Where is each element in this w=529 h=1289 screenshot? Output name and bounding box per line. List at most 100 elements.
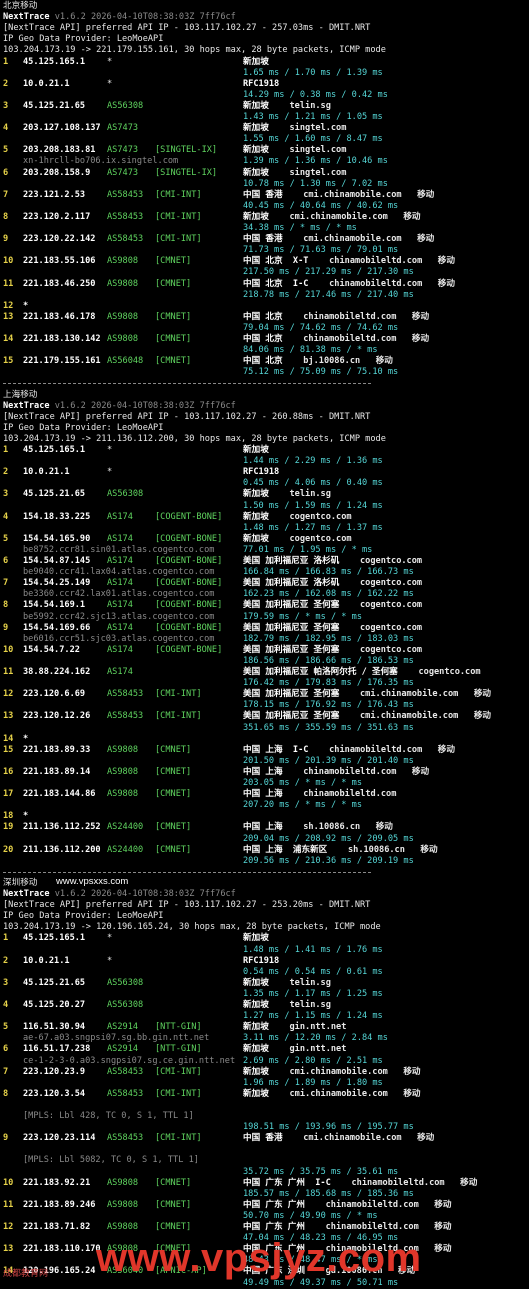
hop-location: 中国 北京 chinamobileltd.com 移动 bbox=[243, 334, 430, 344]
hop-ip: 116.51.30.94 bbox=[23, 1022, 86, 1033]
hop-hostname: sh.10086.cn bbox=[327, 844, 405, 855]
hop-rtt: 1.39 ms / 1.36 ms / 10.46 ms bbox=[243, 156, 388, 167]
hop-asn: AS9808 bbox=[107, 256, 139, 267]
hop-location: 中国 上海 sh.10086.cn 移动 bbox=[243, 822, 393, 833]
hop-ip: 116.51.17.238 bbox=[23, 1044, 91, 1055]
hop-asn: AS58453 bbox=[107, 711, 144, 722]
hop-number: 14 bbox=[3, 334, 14, 344]
hop-location: 中国 北京 chinamobileltd.com 移动 bbox=[243, 311, 430, 322]
hop-tag: [CMNET] bbox=[155, 744, 192, 755]
hop-ip: * bbox=[23, 300, 29, 311]
hop-rtt: 71.73 ms / 71.63 ms / 79.01 ms bbox=[243, 245, 399, 256]
hop-ip: 154.54.25.149 bbox=[23, 578, 91, 589]
hop-asn: AS174 bbox=[107, 556, 133, 566]
hop-rtt: 77.01 ms / 1.95 ms / * ms bbox=[243, 544, 373, 555]
hop-tag: [COGENT-BONE] bbox=[155, 533, 223, 544]
hop-hostname: cogentco.com bbox=[268, 511, 352, 522]
hop-asn: AS9808 bbox=[107, 1177, 139, 1188]
hop-isp: 移动 bbox=[401, 234, 435, 245]
hop-number: 5 bbox=[3, 145, 9, 156]
hop-isp: 移动 bbox=[396, 311, 430, 322]
hop-number: 3 bbox=[3, 100, 9, 111]
hop-ip: 221.183.144.86 bbox=[23, 789, 96, 800]
hop-hostname: cmi.chinamobile.com bbox=[268, 1066, 388, 1077]
hop-rtt: 75.12 ms / 75.09 ms / 75.10 ms bbox=[243, 367, 399, 378]
hop-tag: [CMNET] bbox=[155, 789, 192, 800]
hop-tag: [CMI-INT] bbox=[155, 689, 202, 700]
hop-number: 9 bbox=[3, 622, 9, 633]
hop-number: 13 bbox=[3, 311, 14, 322]
hop-tag: [CMI-INT] bbox=[155, 1133, 202, 1144]
hop-asn: AS9808 bbox=[107, 278, 139, 289]
hop-number: 8 bbox=[3, 211, 9, 222]
hop-asn: AS58453 bbox=[107, 1133, 144, 1144]
hop-asn: AS56308 bbox=[107, 1000, 144, 1010]
hop-isp: 移动 bbox=[401, 1133, 435, 1144]
hop-rtt: 1.43 ms / 1.21 ms / 1.05 ms bbox=[243, 112, 383, 122]
hop-rtt: 34.38 ms / * ms / * ms bbox=[243, 223, 357, 233]
section-separator bbox=[3, 383, 371, 385]
hop-asn: AS174 bbox=[107, 600, 133, 611]
hop-rtt: 0.45 ms / 4.06 ms / 0.40 ms bbox=[243, 478, 383, 489]
tool-version: v1.6.2 2026-04-10T08:38:03Z 7ff76cf bbox=[49, 12, 236, 23]
hop-asn: AS2914 bbox=[107, 1022, 139, 1033]
hop-location: 新加坡 bbox=[243, 445, 269, 455]
hop-number: 16 bbox=[3, 766, 14, 777]
hop-isp: 移动 bbox=[422, 744, 455, 755]
hop-tag: [CMNET] bbox=[155, 844, 192, 855]
hop-rtt: 84.06 ms / 81.38 ms / * ms bbox=[243, 345, 378, 356]
hop-location: 中国 香港 cmi.chinamobile.com 移动 bbox=[243, 189, 435, 200]
hop-ip: 45.125.21.65 bbox=[23, 977, 86, 988]
hop-asn: AS9808 bbox=[107, 744, 139, 755]
hop-location: 美国 加利福尼亚 圣何塞 cmi.chinamobile.com 移动 bbox=[243, 689, 492, 700]
hop-tag: [CMNET] bbox=[155, 278, 192, 289]
hop-rtt: 207.20 ms / * ms / * ms bbox=[243, 800, 362, 811]
hop-asn: AS174 bbox=[107, 644, 133, 655]
hop-rtt: 0.54 ms / 0.54 ms / 0.61 ms bbox=[243, 966, 383, 977]
hop-asn: AS174 bbox=[107, 667, 133, 677]
hop-location: 美国 加利福尼亚 圣何塞 cogentco.com bbox=[243, 644, 423, 655]
hop-asn: AS58453 bbox=[107, 689, 144, 700]
hop-ip: 45.125.21.65 bbox=[23, 100, 86, 111]
hop-rtt: 182.79 ms / 182.95 ms / 183.03 ms bbox=[243, 633, 414, 644]
hop-hostname: chinamobileltd.com bbox=[282, 789, 397, 800]
hop-ip: 154.54.165.90 bbox=[23, 533, 91, 544]
hop-location: 中国 北京 I-C chinamobileltd.com 移动 bbox=[243, 278, 455, 289]
nexttrace-header: NextTrace v1.6.2 2026-04-10T08:38:03Z 7f… bbox=[3, 401, 236, 412]
hop-location: RFC1918 bbox=[243, 78, 280, 89]
hop-tag: [CMI-INT] bbox=[155, 234, 202, 245]
hop-hostname: chinamobileltd.com bbox=[308, 744, 423, 755]
hop-hostname: cmi.chinamobile.com bbox=[282, 234, 402, 245]
hop-rdns: be3360.ccr42.lax01.atlas.cogentco.com bbox=[23, 589, 215, 600]
hop-asn: * bbox=[107, 56, 113, 67]
hop-hostname: cmi.chinamobile.com bbox=[339, 689, 459, 700]
hop-rdns: xn-1hrcll-bo706.ix.singtel.com bbox=[23, 156, 179, 167]
hop-ip: 45.125.165.1 bbox=[23, 56, 86, 67]
hop-ip: 223.120.22.142 bbox=[23, 234, 96, 245]
hop-number: 11 bbox=[3, 278, 14, 289]
hop-tag: [CMNET] bbox=[155, 1222, 192, 1232]
hop-tag: [COGENT-BONE] bbox=[155, 644, 223, 655]
hop-ip: 221.183.71.82 bbox=[23, 1222, 91, 1232]
hop-tag: [COGENT-BONE] bbox=[155, 622, 223, 633]
hop-location: 美国 加利福尼亚 圣何塞 cmi.chinamobile.com 移动 bbox=[243, 711, 492, 722]
hop-isp: 移动 bbox=[360, 822, 393, 833]
hop-ip: 221.179.155.161 bbox=[23, 356, 101, 367]
hop-ip: 10.0.21.1 bbox=[23, 467, 70, 478]
hop-asn: * bbox=[107, 933, 113, 944]
hop-ip: 223.120.23.9 bbox=[23, 1066, 86, 1077]
hop-hostname: cogentco.com bbox=[339, 622, 423, 633]
hop-rtt: 1.44 ms / 2.29 ms / 1.36 ms bbox=[243, 456, 383, 467]
hop-tag: [CMI-INT] bbox=[155, 711, 202, 722]
hop-ip: 221.183.89.33 bbox=[23, 744, 91, 755]
hop-rtt: 179.59 ms / * ms / * ms bbox=[243, 611, 362, 622]
hop-hostname: cmi.chinamobile.com bbox=[282, 1133, 402, 1144]
hop-ip: 221.183.130.142 bbox=[23, 334, 101, 344]
hop-asn: AS24400 bbox=[107, 822, 144, 833]
hop-ip: 154.54.169.1 bbox=[23, 600, 86, 611]
hop-mpls: [MPLS: Lbl 428, TC 0, S 1, TTL 1] bbox=[23, 1111, 194, 1121]
hop-number: 11 bbox=[3, 667, 14, 677]
hop-hostname: chinamobileltd.com bbox=[304, 1199, 419, 1210]
hop-isp: 移动 bbox=[387, 1066, 421, 1077]
route-line: 103.204.173.19 -> 221.179.155.161, 30 ho… bbox=[3, 45, 386, 56]
